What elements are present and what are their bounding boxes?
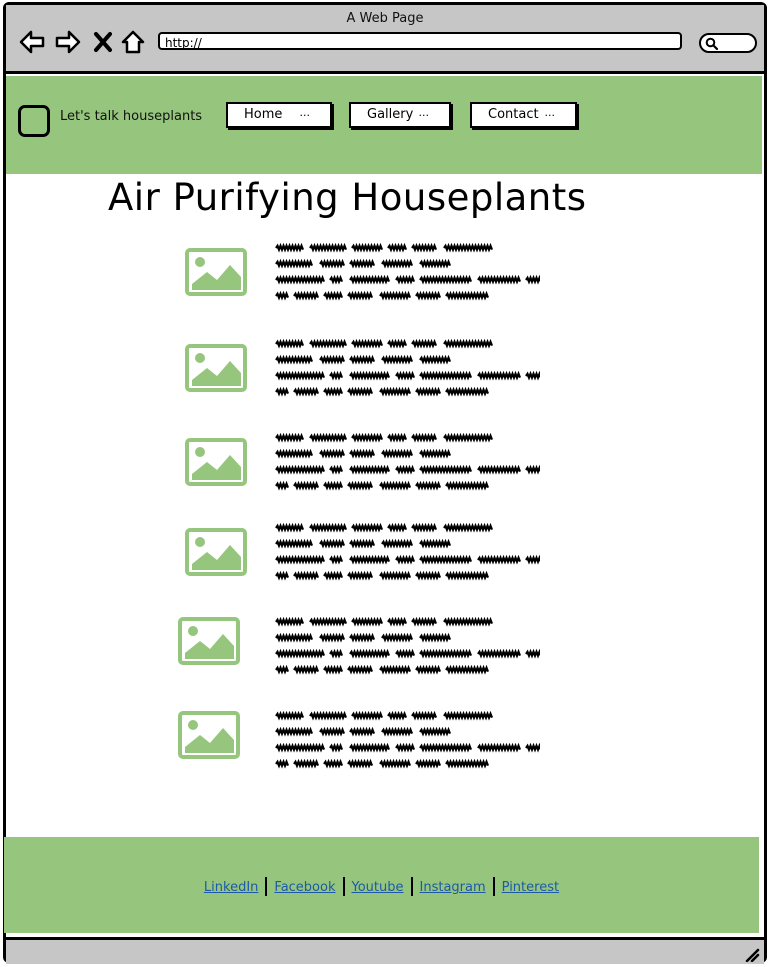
nav-home-dots: ... xyxy=(299,106,311,119)
link-divider xyxy=(492,877,495,896)
placeholder-scribble-text xyxy=(275,523,540,581)
image-placeholder-icon xyxy=(185,438,247,486)
linkedin-link[interactable]: LinkedIn xyxy=(204,880,258,895)
placeholder-scribble-text xyxy=(275,617,540,675)
pinterest-link[interactable]: Pinterest xyxy=(502,880,559,895)
search-icon xyxy=(705,37,719,51)
page-title: Air Purifying Houseplants xyxy=(108,176,587,219)
home-icon[interactable] xyxy=(119,29,147,55)
nav-home-label: Home xyxy=(244,107,283,122)
placeholder-scribble-text xyxy=(275,433,540,491)
site-footer: LinkedIn Facebook Youtube Instagram Pinteres… xyxy=(4,837,759,933)
placeholder-scribble-text xyxy=(275,339,540,397)
logo-placeholder[interactable] xyxy=(18,105,50,137)
browser-search-field[interactable] xyxy=(699,33,757,53)
nav-contact-dots: ... xyxy=(544,106,556,119)
nav-home-button[interactable]: Home ... xyxy=(226,102,332,128)
site-header: Let's talk houseplants Home ... Gallery … xyxy=(6,76,762,174)
list-item xyxy=(0,339,771,409)
forward-icon[interactable] xyxy=(54,29,82,55)
back-icon[interactable] xyxy=(18,29,46,55)
resize-grip-icon[interactable] xyxy=(744,948,760,962)
nav-contact-label: Contact xyxy=(488,107,539,122)
nav-gallery-button[interactable]: Gallery ... xyxy=(349,102,451,128)
browser-toolbar: A Web Page http:// xyxy=(6,5,764,74)
list-item xyxy=(0,523,771,593)
nav-contact-button[interactable]: Contact ... xyxy=(470,102,577,128)
image-placeholder-icon xyxy=(185,248,247,296)
image-placeholder-icon xyxy=(185,528,247,576)
instagram-link[interactable]: Instagram xyxy=(420,880,486,895)
social-links: LinkedIn Facebook Youtube Instagram Pinteres… xyxy=(4,877,759,896)
facebook-link[interactable]: Facebook xyxy=(274,880,335,895)
browser-statusbar xyxy=(6,937,764,964)
image-placeholder-icon xyxy=(178,711,240,759)
list-item xyxy=(0,243,771,313)
link-divider xyxy=(342,877,345,896)
window-title: A Web Page xyxy=(346,11,424,26)
url-input[interactable]: http:// xyxy=(158,32,682,50)
nav-gallery-label: Gallery xyxy=(367,107,414,122)
placeholder-scribble-text xyxy=(275,243,540,301)
nav-gallery-dots: ... xyxy=(418,106,430,119)
link-divider xyxy=(265,877,268,896)
close-icon[interactable] xyxy=(92,29,114,55)
list-item xyxy=(0,711,771,781)
list-item xyxy=(0,433,771,503)
image-placeholder-icon xyxy=(185,344,247,392)
youtube-link[interactable]: Youtube xyxy=(352,880,404,895)
site-name: Let's talk houseplants xyxy=(60,109,203,124)
image-placeholder-icon xyxy=(178,617,240,665)
list-item xyxy=(0,617,771,687)
placeholder-scribble-text xyxy=(275,711,540,769)
link-divider xyxy=(410,877,413,896)
